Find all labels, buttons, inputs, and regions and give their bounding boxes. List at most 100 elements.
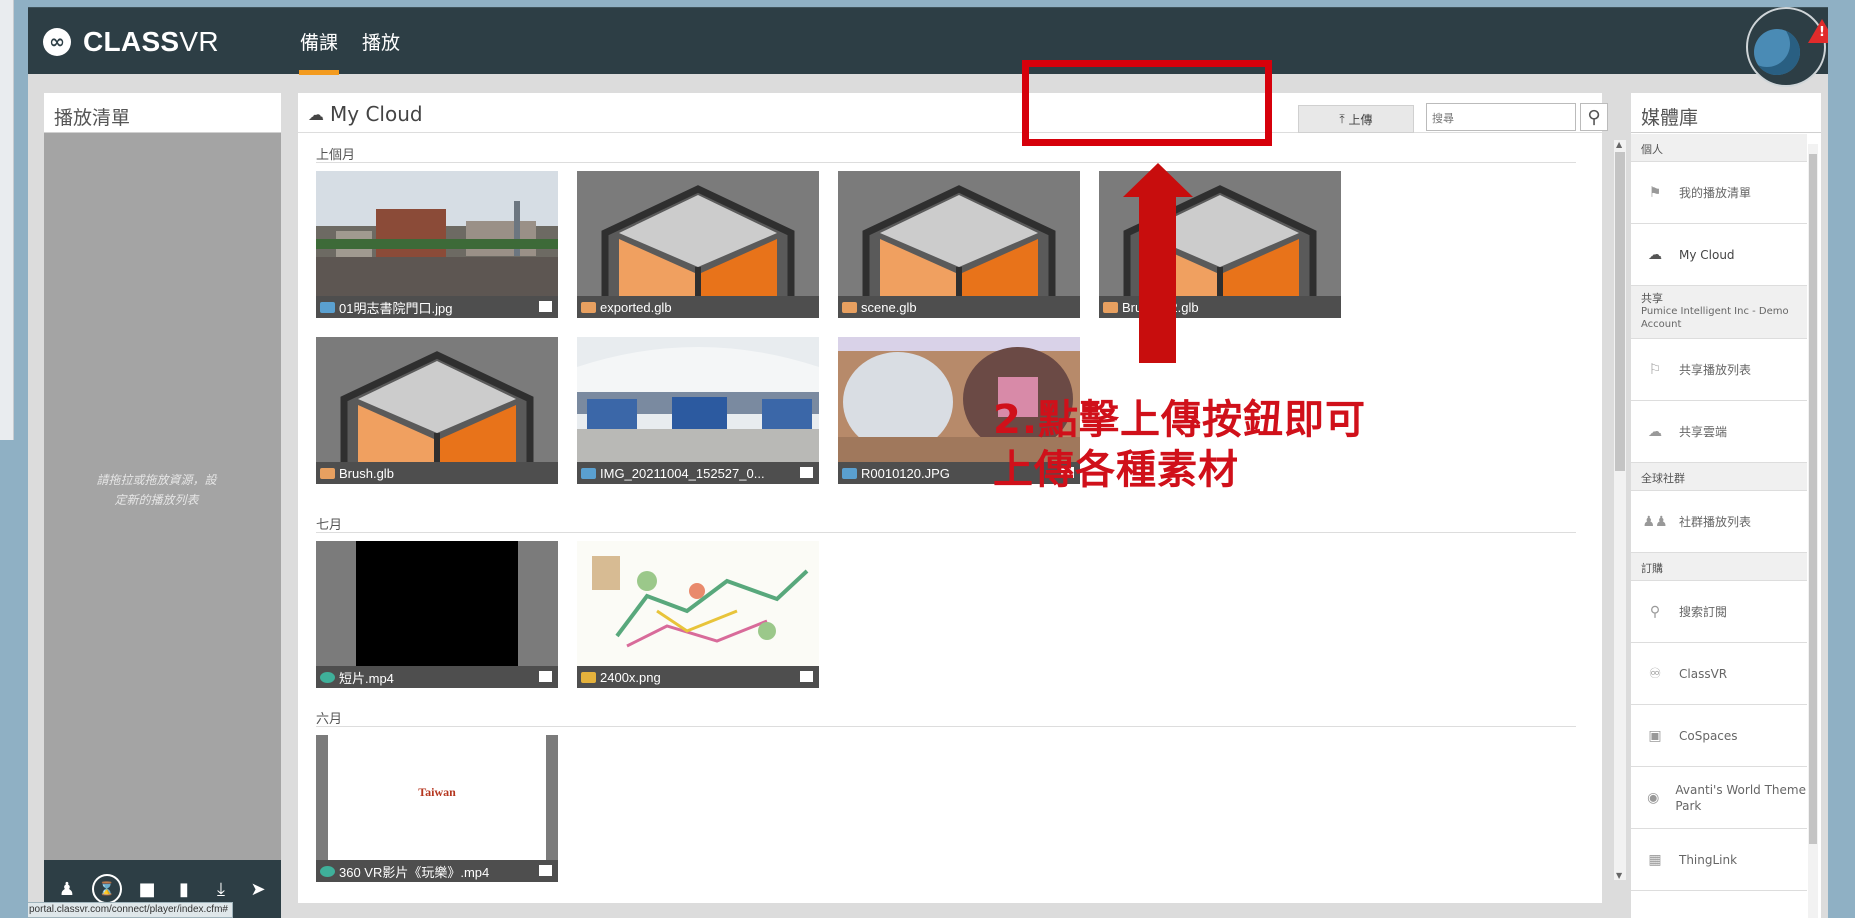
library-title: 媒體庫 <box>1631 93 1821 133</box>
library-item-thinglink[interactable]: ▦ ThingLink <box>1631 829 1807 891</box>
media-item[interactable]: IMG_20211004_152527_0... <box>577 337 819 484</box>
media-label: exported.glb <box>577 296 819 318</box>
video-thumbnail <box>316 541 558 666</box>
cloud-header: ☁ My Cloud ⤒ 上傳 搜尋 ⚲ <box>298 93 1608 133</box>
cloud-title: ☁ My Cloud <box>308 102 423 126</box>
playlist-panel: 播放清單 請拖拉或拖放資源，設定新的播放列表 ♟ ⌛ ■ ▮ ⤓ ➤ <box>44 93 281 918</box>
library-item-cospaces[interactable]: ▣ CoSpaces <box>1631 705 1807 767</box>
top-bar: ∞ CLASSVR 備課 播放 <box>28 7 1828 75</box>
playlist-title: 播放清單 <box>44 93 281 133</box>
library-item-my-playlists[interactable]: ⚑ 我的播放清單 <box>1631 162 1807 224</box>
section-shared: 共享 Pumice Intelligent Inc - Demo Account <box>1631 286 1807 339</box>
thinglink-icon: ▦ <box>1648 851 1662 868</box>
search-icon: ⚲ <box>1649 603 1661 620</box>
classroom-thumbnail <box>577 337 819 462</box>
flag-icon: ⚑ <box>1648 184 1662 201</box>
upload-icon: ⤒ <box>1339 111 1349 126</box>
video-frame: Taiwan <box>328 735 546 860</box>
background-window <box>0 0 14 440</box>
library-item-shared-cloud[interactable]: ☁ 共享雲端 <box>1631 401 1807 463</box>
media-item[interactable]: exported.glb <box>577 171 819 318</box>
cloud-content: 上個月 01明志書院門口.jpg exported.glb scene.glb … <box>298 134 1602 894</box>
people-icon: ♟♟ <box>1642 513 1668 530</box>
video-icon <box>320 865 335 877</box>
classvr-icon: ♾ <box>1648 665 1662 682</box>
cloud-icon: ☁ <box>1648 246 1662 263</box>
section-personal: 個人 <box>1631 134 1807 162</box>
status-url: portal.classvr.com/connect/player/index.… <box>28 902 233 918</box>
media-label: 短片.mp4 <box>316 666 558 688</box>
media-item[interactable]: 短片.mp4 <box>316 541 558 688</box>
playlist-hint: 請拖拉或拖放資源，設定新的播放列表 <box>96 473 217 507</box>
logo-icon: ∞ <box>43 28 71 56</box>
model-icon <box>581 301 596 313</box>
flag-icon <box>539 671 552 682</box>
main-nav: 備課 播放 <box>298 8 424 75</box>
avanti-icon: ◉ <box>1647 789 1660 806</box>
media-item[interactable]: Taiwan 360 VR影片《玩樂》.mp4 <box>316 735 558 882</box>
search-input[interactable]: 搜尋 <box>1426 103 1576 131</box>
flag-icon <box>800 467 813 478</box>
content-scrollbar[interactable]: ▲ ▼ <box>1614 140 1626 880</box>
avatar-image <box>1754 29 1800 75</box>
library-item-shared-playlists[interactable]: ⚐ 共享播放列表 <box>1631 339 1807 401</box>
video-icon <box>320 671 335 683</box>
flag-icon <box>800 671 813 682</box>
highlight-box <box>1022 60 1272 146</box>
library-scrollbar-thumb[interactable] <box>1809 154 1817 844</box>
save-icon[interactable]: ■ <box>135 877 159 901</box>
scroll-down-icon[interactable]: ▼ <box>1616 871 1622 880</box>
media-label: Brush002.glb <box>1099 296 1341 318</box>
media-label: IMG_20211004_152527_0... <box>577 462 819 484</box>
taiwan-title: Taiwan <box>418 785 456 799</box>
media-item[interactable]: 01明志書院門口.jpg <box>316 171 558 318</box>
instruction-text: 2.點擊上傳按鈕即可 上傳各種素材 <box>993 397 1367 493</box>
send-icon[interactable]: ➤ <box>246 877 270 901</box>
model-icon <box>842 301 857 313</box>
image-icon <box>581 467 596 479</box>
download-icon[interactable]: ⤓ <box>209 877 233 901</box>
media-label: 2400x.png <box>577 666 819 688</box>
section-divider <box>316 162 1576 163</box>
scroll-up-icon[interactable]: ▲ <box>1616 140 1622 149</box>
library-item-my-cloud[interactable]: ☁ My Cloud <box>1631 224 1807 286</box>
nav-play[interactable]: 播放 <box>362 8 400 75</box>
section-july: 七月 <box>316 518 343 533</box>
logo-text: CLASSVR <box>83 26 219 57</box>
media-label: 01明志書院門口.jpg <box>316 296 558 318</box>
media-label: Brush.glb <box>316 462 558 484</box>
my-cloud-panel: ☁ My Cloud ⤒ 上傳 搜尋 ⚲ 上個月 01明志書院門口.jpg ex… <box>298 93 1626 903</box>
flag-icon <box>539 301 552 312</box>
media-item[interactable]: Brush.glb <box>316 337 558 484</box>
library-item-avantis-world[interactable]: ◉ Avanti's World Theme Park <box>1631 767 1807 829</box>
section-divider <box>316 726 1576 727</box>
panorama-thumbnail <box>316 171 558 296</box>
model-thumbnail <box>316 337 558 462</box>
library-item-classvr[interactable]: ♾ ClassVR <box>1631 643 1807 705</box>
image-icon <box>842 467 857 479</box>
alert-icon[interactable]: ! <box>1808 19 1828 43</box>
media-item[interactable]: scene.glb <box>838 171 1080 318</box>
library-item-community-playlists[interactable]: ♟♟ 社群播放列表 <box>1631 491 1807 553</box>
library-item-search-subscriptions[interactable]: ⚲ 搜索訂閱 <box>1631 581 1807 643</box>
classvr-window: ∞ CLASSVR 備課 播放 ! 播放清單 請拖拉或拖放資源，設定新的播放列表… <box>28 7 1828 918</box>
media-library-panel: 媒體庫 個人 ⚑ 我的播放清單 ☁ My Cloud 共享 Pumice Intell… <box>1631 93 1821 918</box>
user-icon[interactable]: ♟ <box>55 877 79 901</box>
section-subscribe: 訂購 <box>1631 553 1807 581</box>
video-thumbnail: Taiwan <box>316 735 558 860</box>
model-thumbnail <box>577 171 819 296</box>
upload-button[interactable]: ⤒ 上傳 <box>1298 105 1414 133</box>
classvr-logo[interactable]: ∞ CLASSVR <box>43 26 219 58</box>
library-scrollbar[interactable] <box>1808 144 1818 918</box>
search-icon[interactable]: ⚲ <box>1580 103 1608 131</box>
scrollbar-thumb[interactable] <box>1615 152 1625 471</box>
nav-prepare[interactable]: 備課 <box>298 8 340 75</box>
flag-icon <box>539 865 552 876</box>
media-item[interactable]: 2400x.png <box>577 541 819 688</box>
shared-flag-icon: ⚐ <box>1648 361 1662 378</box>
trash-icon[interactable]: ▮ <box>172 877 196 901</box>
section-divider <box>316 532 1576 533</box>
model-icon <box>1103 301 1118 313</box>
cospaces-icon: ▣ <box>1648 727 1662 744</box>
hourglass-icon[interactable]: ⌛ <box>92 874 122 904</box>
